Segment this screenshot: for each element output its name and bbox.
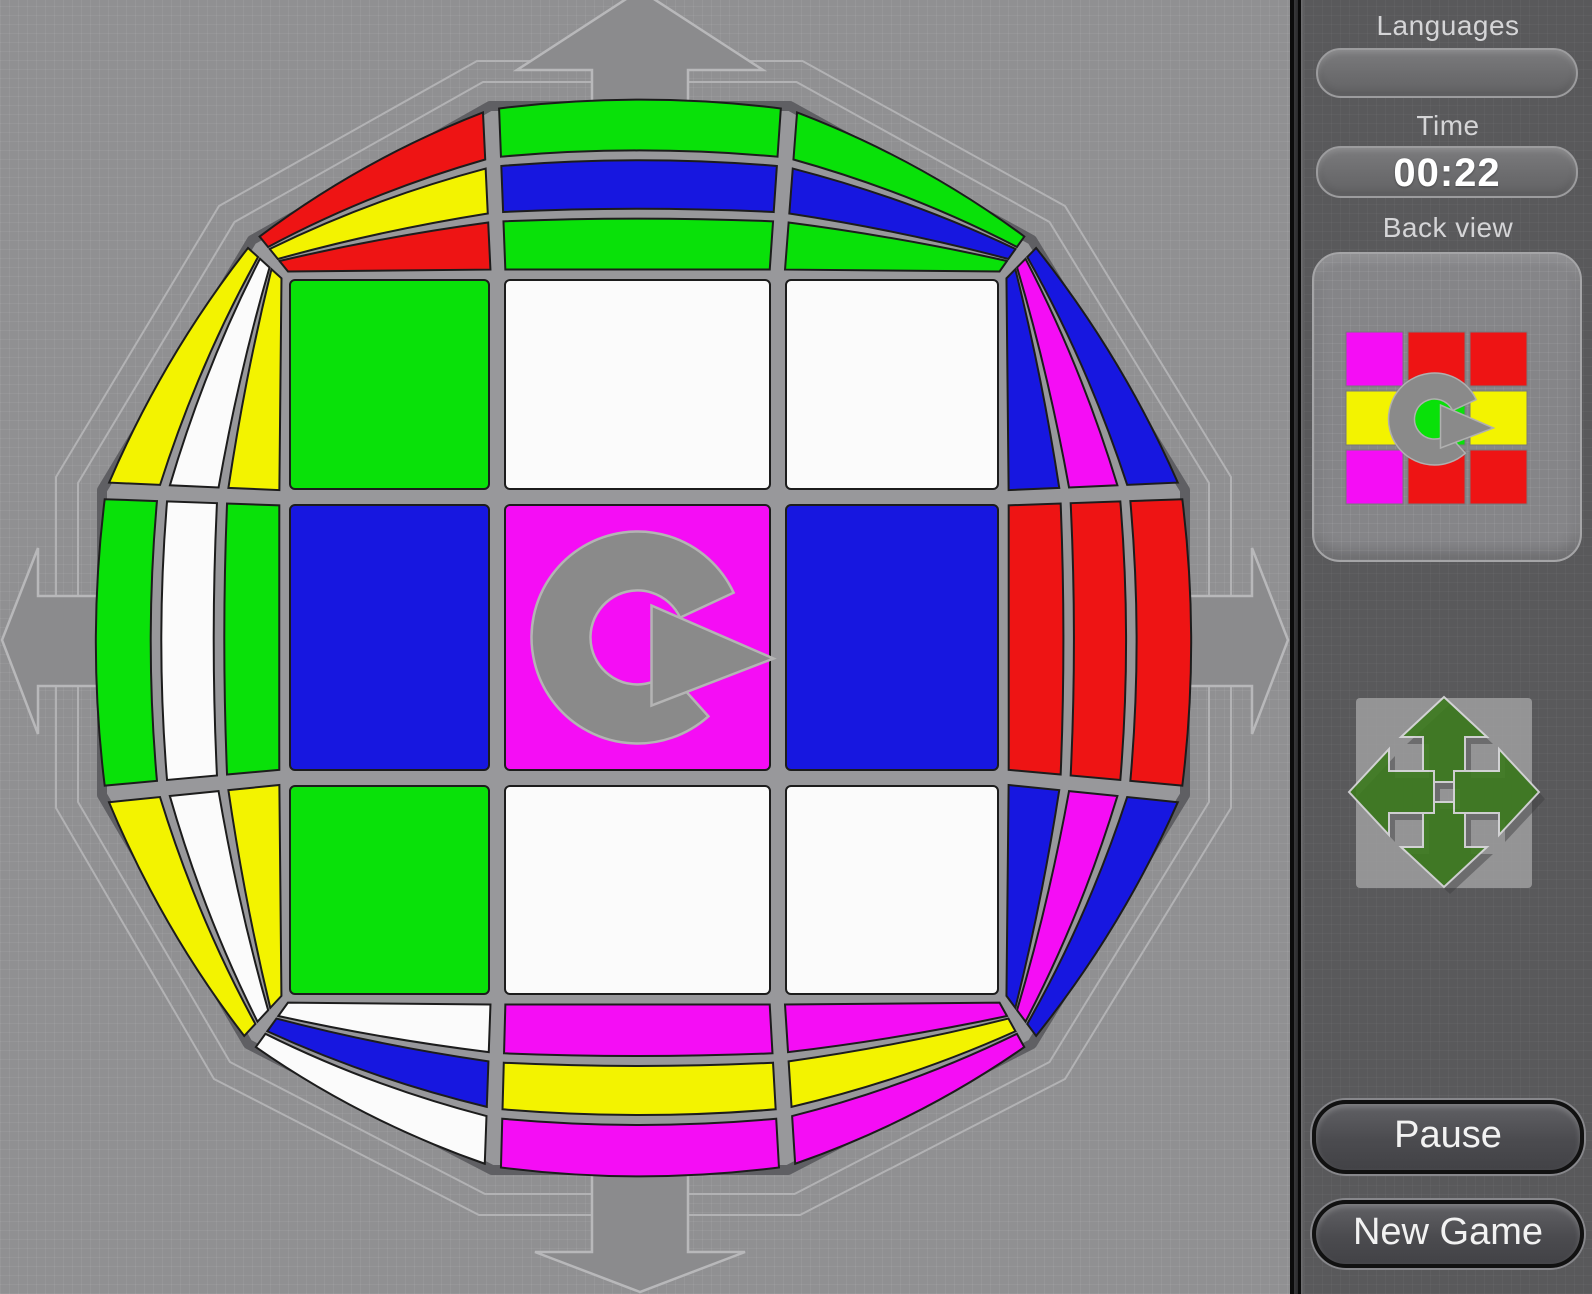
time-display: 00:22 [1316, 146, 1578, 198]
game-window: Languages Time 00:22 Back view Pause New… [0, 0, 1592, 1294]
game-board-background [0, 0, 1290, 1294]
languages-select[interactable] [1316, 48, 1578, 98]
time-label: Time [1416, 110, 1480, 141]
back-view-panel [1312, 252, 1582, 562]
sidebar: Languages Time 00:22 Back view Pause New… [1304, 0, 1592, 1294]
sidebar-divider [1290, 0, 1304, 1294]
back-view-label: Back view [1382, 212, 1514, 243]
new-game-button[interactable]: New Game [1312, 1200, 1584, 1268]
languages-label: Languages [1376, 10, 1520, 41]
pause-button[interactable]: Pause [1312, 1100, 1584, 1174]
